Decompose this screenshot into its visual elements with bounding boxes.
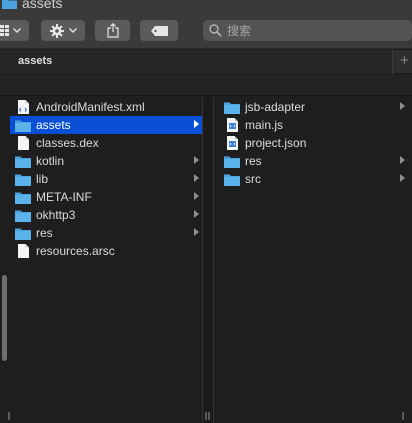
column-2: jsb-adapter main.js project.json res src [215, 97, 412, 423]
column-header-strip [0, 75, 412, 96]
disclosure-chevron-icon [400, 156, 405, 164]
disclosure-chevron-icon [194, 120, 199, 128]
disclosure-chevron-icon [400, 174, 405, 182]
file-list-item[interactable]: assets [10, 116, 202, 134]
file-list-item[interactable]: src [220, 170, 408, 188]
column-divider [202, 97, 203, 423]
code-file-icon [224, 118, 240, 132]
file-name: src [245, 172, 261, 186]
file-icon [15, 136, 31, 150]
file-name: META-INF [36, 190, 92, 204]
file-list-item[interactable]: okhttp3 [10, 206, 202, 224]
code-file-icon [224, 136, 240, 150]
tag-button[interactable] [140, 20, 178, 41]
file-name: res [36, 226, 53, 240]
file-list-item[interactable]: res [220, 152, 408, 170]
file-name: assets [36, 118, 71, 132]
file-name: lib [36, 172, 49, 186]
file-name: jsb-adapter [245, 100, 306, 114]
file-list-item[interactable]: resources.arsc [10, 242, 202, 260]
tab-bar: assets + [0, 50, 412, 74]
file-name: res [245, 154, 262, 168]
disclosure-chevron-icon [194, 156, 199, 164]
title-bar: assets [0, 0, 412, 14]
folder-icon [2, 0, 17, 9]
disclosure-chevron-icon [194, 210, 199, 218]
file-name: kotlin [36, 154, 65, 168]
resize-handle[interactable] [402, 412, 404, 420]
file-list-item[interactable]: main.js [220, 116, 408, 134]
share-button[interactable] [95, 20, 130, 41]
view-options-button[interactable] [0, 20, 29, 41]
file-list-item[interactable]: lib [10, 170, 202, 188]
resize-handle[interactable] [208, 412, 210, 420]
folder-icon [15, 154, 31, 168]
tag-icon [150, 25, 168, 36]
gear-icon [49, 23, 64, 38]
folder-icon [224, 154, 240, 168]
new-tab-button[interactable]: + [400, 53, 409, 69]
file-name: okhttp3 [36, 208, 76, 222]
action-menu-button[interactable] [41, 20, 85, 41]
resize-handle[interactable] [205, 412, 207, 420]
grid-view-icon [0, 25, 9, 36]
resize-handle[interactable] [8, 412, 10, 420]
file-list-item[interactable]: AndroidManifest.xml [10, 98, 202, 116]
file-list-item[interactable]: classes.dex [10, 134, 202, 152]
column-resize-handles [0, 410, 412, 423]
folder-icon [15, 118, 31, 132]
xml-file-icon [15, 100, 31, 114]
file-name: classes.dex [36, 136, 99, 150]
column-resize-gutter[interactable] [203, 97, 213, 423]
file-list-item[interactable]: jsb-adapter [220, 98, 408, 116]
disclosure-chevron-icon [194, 228, 199, 236]
folder-icon [15, 172, 31, 186]
search-icon [209, 24, 222, 37]
chevron-down-icon [13, 28, 21, 33]
vertical-scrollbar[interactable] [2, 275, 7, 361]
chevron-down-icon [68, 28, 77, 33]
disclosure-chevron-icon [194, 192, 199, 200]
file-name: project.json [245, 136, 307, 150]
file-list-item[interactable]: kotlin [10, 152, 202, 170]
search-input[interactable] [227, 21, 397, 40]
file-list-item[interactable]: res [10, 224, 202, 242]
tab-assets[interactable]: assets [0, 50, 393, 74]
folder-icon [15, 208, 31, 222]
toolbar [0, 14, 412, 49]
folder-icon [15, 226, 31, 240]
folder-icon [224, 100, 240, 114]
tab-label: assets [18, 55, 53, 67]
folder-icon [224, 172, 240, 186]
file-name: main.js [245, 118, 284, 132]
file-name: resources.arsc [36, 244, 115, 258]
share-icon [106, 23, 119, 38]
file-list-item[interactable]: META-INF [10, 188, 202, 206]
column-1: AndroidManifest.xml assets classes.dex kotl… [0, 97, 202, 423]
window-title: assets [22, 0, 63, 11]
disclosure-chevron-icon [194, 174, 199, 182]
file-list-item[interactable]: project.json [220, 134, 408, 152]
file-icon [15, 244, 31, 258]
column-divider [213, 97, 214, 423]
disclosure-chevron-icon [400, 102, 405, 110]
search-field[interactable] [203, 20, 412, 41]
folder-icon [15, 190, 31, 204]
file-name: AndroidManifest.xml [36, 100, 145, 114]
